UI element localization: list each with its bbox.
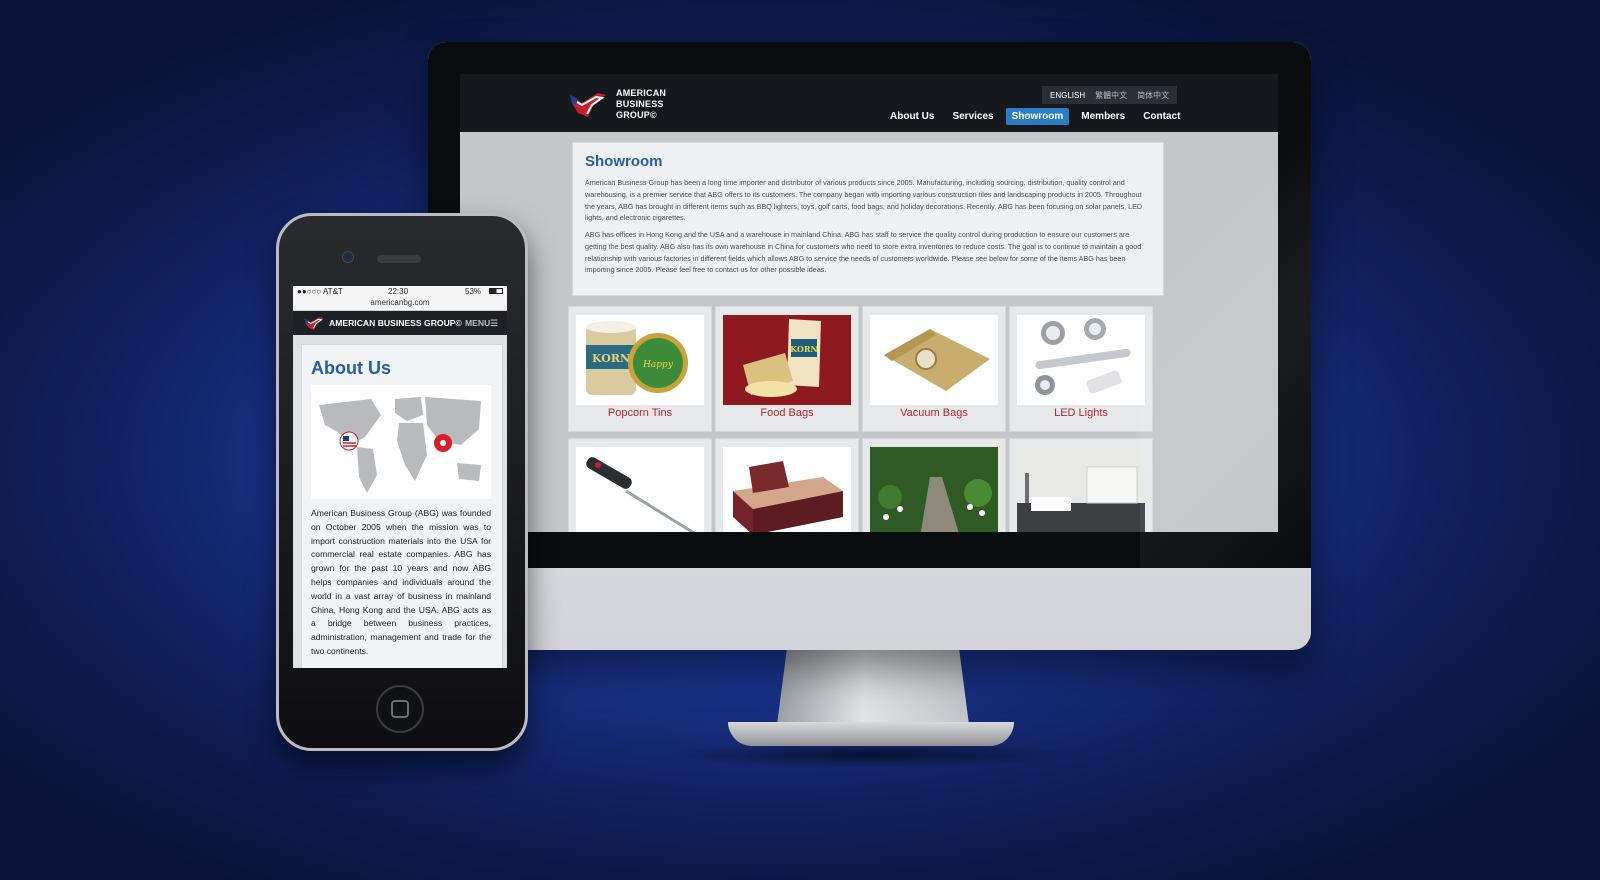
vacuum-bag-icon (870, 315, 998, 405)
site-logo[interactable]: AMERICAN BUSINESS GROUP© (568, 86, 678, 122)
world-map-icon (311, 385, 491, 499)
logo-text: AMERICAN BUSINESS GROUP© (616, 88, 667, 120)
nav-showroom[interactable]: Showroom (1005, 108, 1070, 125)
imac-stand-foot (728, 722, 1014, 746)
eagle-flag-logo-icon (304, 317, 324, 330)
popcorn-tin-icon: KORN Happy (576, 315, 704, 405)
nav-contact[interactable]: Contact (1137, 108, 1186, 125)
intro-paragraph-2: ABG has offices in Hong Kong and the USA… (585, 230, 1142, 275)
carrier-signal: ●●○○○ AT&T (297, 287, 343, 296)
lang-simplified-chinese[interactable]: 简体中文 (1137, 90, 1169, 101)
product-caption: Food Bags (760, 407, 814, 419)
garden-path-icon (870, 447, 998, 532)
svg-text:KORN: KORN (592, 352, 630, 365)
about-us-text: American Business Group (ABG) was founde… (311, 508, 491, 656)
svg-text:KORN: KORN (790, 344, 818, 354)
product-tile-led-lights[interactable]: LED Lights (1009, 306, 1153, 432)
product-caption: LED Lights (1054, 407, 1108, 419)
modern-interior-icon (1017, 447, 1145, 532)
product-tile-popcorn-tins[interactable]: KORN Happy Popcorn Tins (568, 306, 712, 432)
nav-services[interactable]: Services (946, 108, 999, 125)
site-header: AMERICAN BUSINESS GROUP© ENGLISH 繁體中文 简体… (460, 74, 1278, 132)
mobile-site-header: AMERICAN BUSINESS GROUP© MENU☰ (293, 311, 507, 335)
status-bar: ●●○○○ AT&T 22:30 53% (293, 286, 507, 298)
intro-paragraph-1: American Business Group has been a long … (585, 178, 1143, 223)
mobile-site-title[interactable]: AMERICAN BUSINESS GROUP© (329, 318, 462, 328)
led-light-icon (1017, 315, 1145, 405)
food-bag-icon: KORN (723, 315, 851, 405)
product-caption: Vacuum Bags (900, 407, 968, 419)
address-bar[interactable]: americanbg.com (293, 298, 507, 311)
desktop-screen: AMERICAN BUSINESS GROUP© ENGLISH 繁體中文 简体… (460, 74, 1278, 532)
product-tile-bbq-lighter[interactable] (568, 438, 712, 532)
nav-about-us[interactable]: About Us (884, 108, 940, 125)
about-us-card: About Us American Business Group (ABG) w… (301, 344, 503, 668)
earpiece-speaker (377, 255, 421, 263)
home-square-icon (391, 700, 409, 718)
status-time: 22:30 (388, 287, 409, 296)
mobile-page-title: About Us (311, 358, 391, 378)
product-caption: Popcorn Tins (607, 407, 673, 419)
battery-icon (489, 288, 503, 294)
page-title: Showroom (585, 153, 663, 170)
battery-percent: 53% (465, 287, 482, 296)
nav-members[interactable]: Members (1075, 108, 1131, 125)
product-tile-garden-path[interactable] (862, 438, 1006, 532)
product-tile-vacuum-bags[interactable]: Vacuum Bags (862, 306, 1006, 432)
casket-icon (723, 447, 851, 532)
product-tile-food-bags[interactable]: KORN Food Bags (715, 306, 859, 432)
eagle-flag-logo-icon (570, 93, 606, 117)
main-nav: About Us Services Showroom Members Conta… (884, 108, 1186, 125)
language-switcher: ENGLISH 繁體中文 简体中文 (1042, 86, 1178, 104)
lang-english[interactable]: ENGLISH (1050, 91, 1085, 100)
bbq-lighter-icon (576, 447, 704, 532)
showroom-intro-card: Showroom American Business Group has bee… (572, 142, 1164, 296)
product-tile-casket[interactable] (715, 438, 859, 532)
hamburger-menu-button[interactable]: MENU☰ (465, 318, 498, 329)
product-tile-modern-interior[interactable] (1009, 438, 1153, 532)
lang-traditional-chinese[interactable]: 繁體中文 (1095, 90, 1127, 101)
front-camera-icon (342, 251, 354, 263)
mobile-screen: ●●○○○ AT&T 22:30 53% americanbg.com AMER… (293, 286, 507, 668)
svg-text:Happy: Happy (642, 360, 674, 370)
